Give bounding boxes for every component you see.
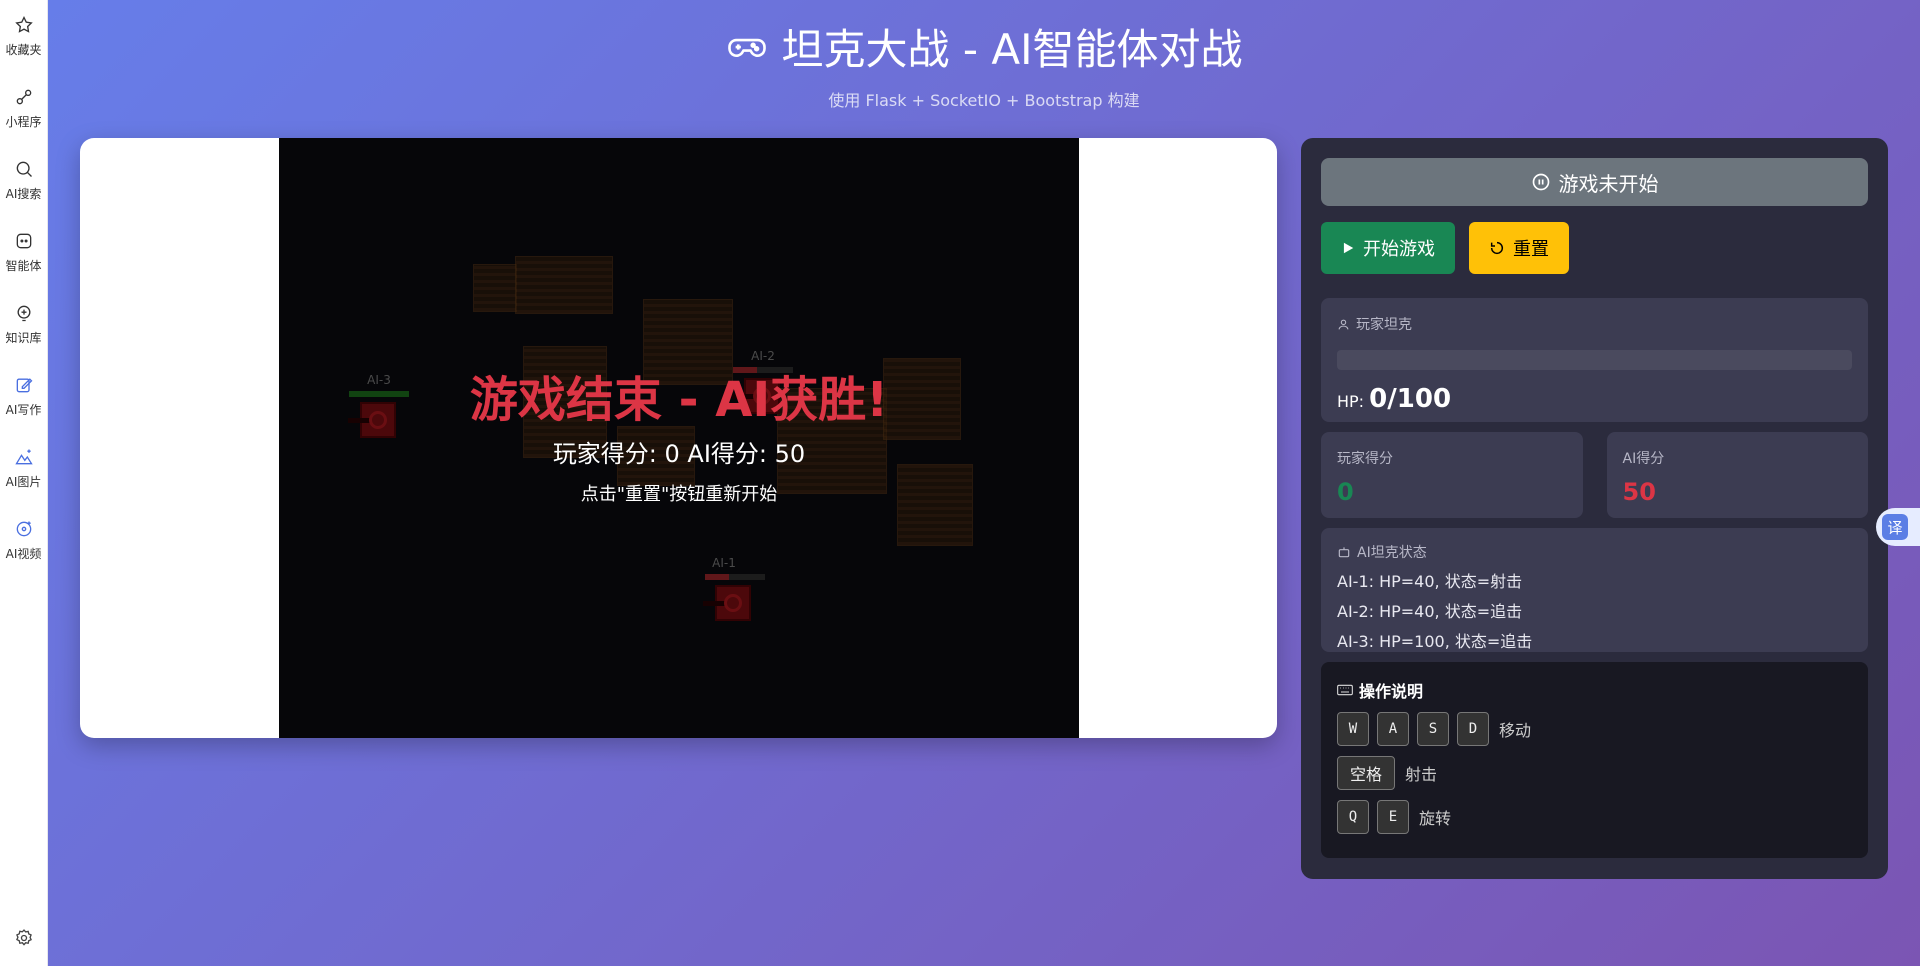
agent-icon	[16, 233, 31, 248]
player-tank-heading: 玩家坦克	[1337, 314, 1852, 334]
key-s: S	[1417, 712, 1449, 746]
page-title: 坦克大战 - AI智能体对战	[726, 16, 1243, 77]
player-hp-bar	[1337, 350, 1852, 370]
pause-circle-icon	[1532, 173, 1549, 191]
game-status-label: 游戏未开始	[1558, 171, 1659, 196]
sidebar-item-label: AI搜索	[5, 186, 42, 201]
sidebar-item-ai-search[interactable]: AI搜索	[0, 144, 48, 216]
image-icon	[14, 449, 33, 464]
ai-status-label: AI坦克状态	[1357, 545, 1427, 561]
ai-score-card: AI得分 50	[1606, 432, 1868, 518]
gear-icon[interactable]	[14, 928, 34, 948]
rotate-keys-row: Q E 旋转	[1337, 800, 1852, 834]
refresh-icon	[1490, 241, 1504, 255]
translate-button[interactable]: 译	[1876, 508, 1920, 546]
game-status-button[interactable]: 游戏未开始	[1321, 158, 1868, 206]
player-hp-value: 0/100	[1369, 384, 1452, 414]
fire-desc: 射击	[1405, 765, 1438, 784]
star-icon	[14, 15, 33, 33]
player-score-card: 玩家得分 0	[1321, 432, 1583, 518]
sidebar-item-label: 智能体	[5, 258, 42, 273]
sidebar-item-miniapp[interactable]: 小程序	[0, 72, 48, 144]
controls-help-title: 操作说明	[1337, 678, 1852, 702]
key-e: E	[1377, 800, 1409, 834]
sidebar-item-ai-image[interactable]: AI图片	[0, 432, 48, 504]
ai-score-value: 50	[1622, 478, 1656, 506]
player-hp-line: HP: 0/100	[1337, 384, 1852, 414]
ai-status-line: AI-1: HP=40, 状态=射击	[1337, 572, 1523, 591]
key-q: Q	[1337, 800, 1369, 834]
player-tank-card: 玩家坦克 HP: 0/100	[1321, 298, 1868, 422]
link-icon	[16, 89, 31, 104]
sidebar-item-label: 小程序	[5, 114, 42, 129]
key-a: A	[1377, 712, 1409, 746]
sidebar-item-ai-write[interactable]: AI写作	[0, 360, 48, 432]
sidebar-item-label: AI写作	[5, 402, 42, 417]
player-score-label: 玩家得分	[1337, 451, 1393, 467]
ai-status-line: AI-3: HP=100, 状态=追击	[1337, 632, 1533, 651]
ai-status-heading: AI坦克状态	[1337, 542, 1852, 562]
sidebar-item-ai-video[interactable]: AI视频	[0, 504, 48, 576]
controls-help-label: 操作说明	[1359, 682, 1424, 701]
write-icon	[16, 377, 32, 392]
game-over-overlay: 游戏结束 - AI获胜! 玩家得分: 0 AI得分: 50 点击"重置"按钮重新…	[279, 138, 1079, 738]
game-over-scores: 玩家得分: 0 AI得分: 50	[552, 440, 806, 468]
reset-label: 重置	[1513, 239, 1549, 260]
controls-help-card: 操作说明 W A S D 移动 空格 射击 Q E 旋转	[1321, 662, 1868, 858]
page-title-text: 坦克大战 - AI智能体对战	[781, 25, 1243, 74]
page-subtitle: 使用 Flask + SocketIO + Bootstrap 构建	[828, 91, 1140, 110]
ai-status-line: AI-2: HP=40, 状态=追击	[1337, 602, 1523, 621]
ai-status-card: AI坦克状态 AI-1: HP=40, 状态=射击 AI-2: HP=40, 状…	[1321, 528, 1868, 652]
sidebar-item-favorites[interactable]: 收藏夹	[0, 0, 48, 72]
video-icon	[16, 521, 31, 536]
control-panel: 游戏未开始 开始游戏 重置 玩家坦克 HP: 0/100 玩家得分 0 AI得分…	[1301, 138, 1888, 879]
keyboard-icon	[1337, 684, 1353, 696]
play-icon	[1343, 242, 1354, 254]
start-game-label: 开始游戏	[1363, 239, 1435, 260]
sidebar-item-agent[interactable]: 智能体	[0, 216, 48, 288]
gamepad-icon	[727, 38, 766, 57]
reset-button[interactable]: 重置	[1469, 222, 1569, 274]
score-row: 玩家得分 0 AI得分 50	[1321, 432, 1868, 518]
robot-icon	[1338, 547, 1350, 558]
sidebar-item-label: AI视频	[5, 546, 42, 561]
move-keys-row: W A S D 移动	[1337, 712, 1852, 746]
user-icon	[1338, 319, 1349, 329]
key-d: D	[1457, 712, 1489, 746]
move-desc: 移动	[1499, 721, 1532, 740]
rotate-desc: 旋转	[1419, 809, 1452, 828]
hp-prefix: HP:	[1337, 392, 1365, 411]
key-space: 空格	[1337, 756, 1395, 790]
game-canvas[interactable]: AI-3 AI-2 AI-1 游戏结束 - AI获胜! 玩家得分: 0 AI得分…	[279, 138, 1079, 738]
knowledge-icon	[17, 305, 30, 321]
key-w: W	[1337, 712, 1369, 746]
game-over-title: 游戏结束 - AI获胜!	[469, 372, 889, 428]
ai-score-label: AI得分	[1622, 451, 1665, 467]
start-game-button[interactable]: 开始游戏	[1321, 222, 1455, 274]
page-header: 坦克大战 - AI智能体对战 使用 Flask + SocketIO + Boo…	[48, 16, 1920, 111]
game-over-hint: 点击"重置"按钮重新开始	[580, 484, 778, 505]
search-icon	[16, 161, 32, 177]
translate-icon: 译	[1882, 514, 1908, 540]
sidebar-item-label: 知识库	[5, 330, 42, 345]
sidebar-item-label: 收藏夹	[5, 42, 42, 57]
game-card: AI-3 AI-2 AI-1 游戏结束 - AI获胜! 玩家得分: 0 AI得分…	[80, 138, 1277, 738]
left-sidebar: 收藏夹 小程序 AI搜索 智能体 知识库 AI写作 AI图片 AI视频	[0, 0, 48, 966]
sidebar-item-label: AI图片	[5, 474, 42, 489]
sidebar-item-knowledge[interactable]: 知识库	[0, 288, 48, 360]
fire-key-row: 空格 射击	[1337, 756, 1852, 790]
player-score-value: 0	[1337, 478, 1354, 506]
player-tank-label: 玩家坦克	[1356, 317, 1412, 333]
